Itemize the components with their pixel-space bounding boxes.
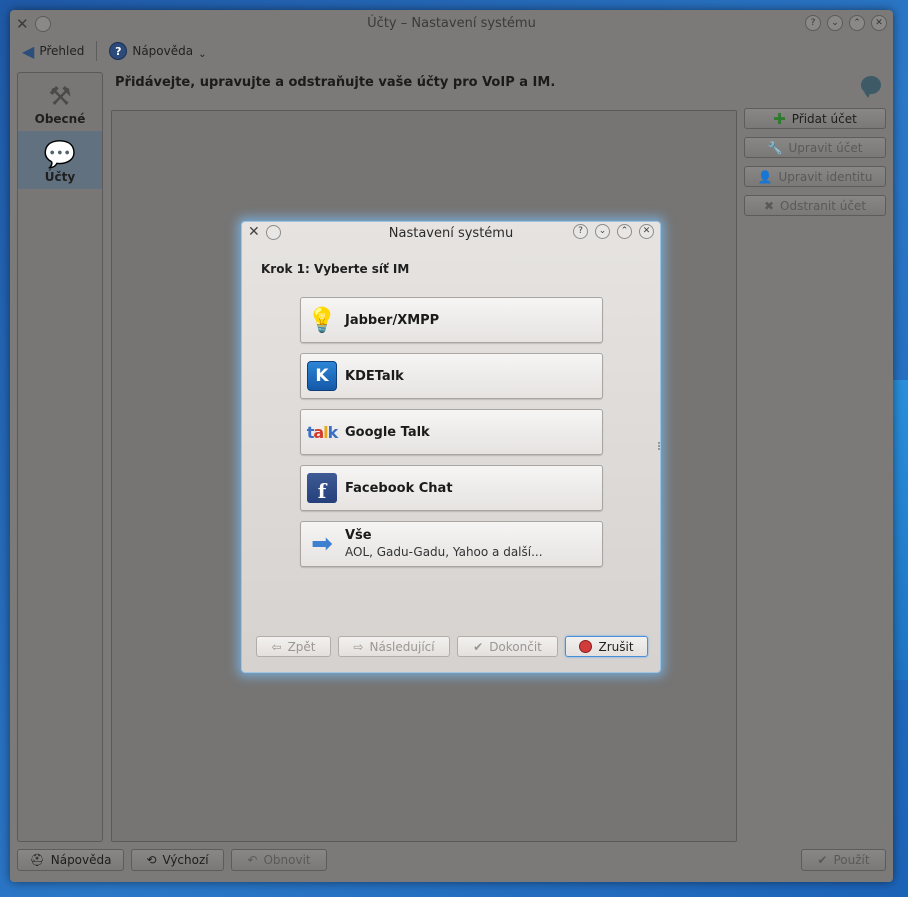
checkmark-icon: ✔ (473, 639, 484, 654)
apply-button[interactable]: ✔ Použít (801, 849, 886, 871)
account-wizard-dialog: ✕ Nastavení systému ? ⌄ ⌃ ✕ Krok 1: Vybe… (241, 221, 661, 673)
network-label: Facebook Chat (345, 480, 453, 496)
account-actions: ✚ Přidat účet 🔧 Upravit účet 👤 Upravit i… (744, 108, 886, 216)
minimize-button[interactable]: ⌄ (595, 224, 610, 239)
chevron-down-icon: ⌄ (198, 48, 207, 60)
defaults-icon: ⟲ (146, 853, 157, 867)
context-help-button[interactable]: ? (805, 15, 821, 31)
edit-identity-button[interactable]: 👤 Upravit identitu (744, 166, 886, 187)
kde-logo-icon: K (307, 361, 337, 391)
add-account-label: Přidat účet (791, 111, 857, 126)
window-menu-icon[interactable]: ✕ (248, 224, 260, 240)
network-label: Google Talk (345, 424, 430, 440)
finish-button[interactable]: ✔ Dokončit (457, 636, 558, 657)
bottom-button-bar: ⛑ Nápověda ⟲ Výchozí ↶ Obnovit ✔ Použít (17, 849, 886, 871)
window-titlebar[interactable]: ✕ Účty – Nastavení systému ? ⌄ ⌃ ✕ (10, 10, 893, 36)
finish-button-label: Dokončit (489, 639, 542, 654)
remove-account-label: Odstranit účet (780, 198, 867, 213)
resize-grip[interactable] (658, 442, 660, 450)
arrow-left-icon: ◀ (22, 41, 35, 61)
help-button[interactable]: ⛑ Nápověda (17, 849, 124, 871)
close-button[interactable]: ✕ (871, 15, 887, 31)
help-lifebuoy-icon: ⛑ (29, 853, 45, 867)
network-all-button[interactable]: ➡ Vše AOL, Gadu-Gadu, Yahoo a další... (300, 521, 603, 567)
remove-account-button[interactable]: ✖ Odstranit účet (744, 195, 886, 216)
help-menu-button[interactable]: ? Nápověda ⌄ (103, 40, 212, 62)
main-toolbar: ◀ Přehled ? Nápověda ⌄ (10, 36, 893, 66)
help-label: Nápověda (132, 44, 194, 58)
network-sublabel: AOL, Gadu-Gadu, Yahoo a další... (345, 545, 543, 559)
lightbulb-icon: 💡 (307, 306, 337, 334)
maximize-button[interactable]: ⌃ (617, 224, 632, 239)
dialog-title: Nastavení systému (388, 225, 514, 241)
tools-icon: ⚒ (48, 82, 72, 112)
back-button-label: Zpět (287, 639, 316, 654)
google-talk-icon: talk (306, 422, 339, 442)
arrow-right-icon: ➡ (311, 529, 333, 559)
pin-button[interactable] (34, 16, 51, 32)
cancel-button-label: Zrušit (598, 639, 634, 654)
edit-account-label: Upravit účet (788, 140, 863, 155)
plus-icon: ✚ (773, 109, 786, 128)
pin-button[interactable] (265, 224, 281, 240)
dialog-titlebar[interactable]: ✕ Nastavení systému ? ⌄ ⌃ ✕ (242, 222, 660, 244)
close-button[interactable]: ✕ (639, 224, 654, 239)
next-button-label: Následující (369, 639, 435, 654)
context-help-button[interactable]: ? (573, 224, 588, 239)
cancel-button[interactable]: Zrušit (565, 636, 648, 657)
page-title: Přidávejte, upravujte a odstraňujte vaše… (115, 75, 556, 90)
network-list: 💡 Jabber/XMPP K KDETalk talk Google Talk… (300, 297, 603, 567)
overview-button[interactable]: ◀ Přehled (16, 40, 90, 63)
wizard-step-title: Krok 1: Vyberte síť IM (261, 262, 410, 276)
overview-label: Přehled (39, 44, 85, 58)
checkmark-icon: ✔ (817, 853, 828, 867)
network-label: Vše (345, 528, 372, 543)
sidebar-item-general[interactable]: ⚒ Obecné (18, 73, 102, 131)
network-label: KDETalk (345, 368, 404, 384)
network-label: Jabber/XMPP (345, 312, 440, 328)
network-kdetalk-button[interactable]: K KDETalk (300, 353, 603, 399)
back-button[interactable]: ⇦ Zpět (256, 636, 331, 657)
window-title: Účty – Nastavení systému (367, 15, 536, 31)
window-menu-icon[interactable]: ✕ (16, 15, 29, 33)
reset-button[interactable]: ↶ Obnovit (231, 849, 327, 871)
arrow-left-icon: ⇦ (271, 639, 282, 654)
cancel-icon (579, 640, 593, 653)
remove-icon: ✖ (763, 198, 774, 213)
minimize-button[interactable]: ⌄ (827, 15, 843, 31)
edit-account-button[interactable]: 🔧 Upravit účet (744, 137, 886, 158)
apply-button-label: Použít (833, 853, 870, 867)
help-button-label: Nápověda (50, 853, 112, 867)
sidebar-item-label: Obecné (34, 112, 86, 126)
next-button[interactable]: ⇨ Následující (338, 636, 450, 657)
reset-button-label: Obnovit (263, 853, 311, 867)
wrench-icon: 🔧 (767, 140, 783, 155)
maximize-button[interactable]: ⌃ (849, 15, 865, 31)
network-jabber-button[interactable]: 💡 Jabber/XMPP (300, 297, 603, 343)
sidebar-item-accounts[interactable]: 💬 Účty (18, 131, 102, 189)
add-account-button[interactable]: ✚ Přidat účet (744, 108, 886, 129)
help-icon: ? (109, 42, 128, 60)
chat-bubble-icon: 💬 (43, 140, 77, 170)
wizard-buttons: ⇦ Zpět ⇨ Následující ✔ Dokončit Zrušit (256, 636, 648, 657)
chat-bubble-icon (861, 76, 881, 98)
defaults-button-label: Výchozí (162, 853, 209, 867)
undo-icon: ↶ (247, 853, 258, 867)
category-sidebar: ⚒ Obecné 💬 Účty (17, 72, 103, 842)
defaults-button[interactable]: ⟲ Výchozí (131, 849, 224, 871)
arrow-right-icon: ⇨ (353, 639, 364, 654)
user-icon: 👤 (757, 169, 773, 184)
facebook-icon: f (307, 473, 337, 503)
network-facebook-button[interactable]: f Facebook Chat (300, 465, 603, 511)
network-text: Vše AOL, Gadu-Gadu, Yahoo a další... (345, 528, 543, 560)
sidebar-item-label: Účty (44, 170, 76, 184)
network-googletalk-button[interactable]: talk Google Talk (300, 409, 603, 455)
edit-identity-label: Upravit identitu (778, 169, 873, 184)
toolbar-separator (96, 41, 98, 61)
